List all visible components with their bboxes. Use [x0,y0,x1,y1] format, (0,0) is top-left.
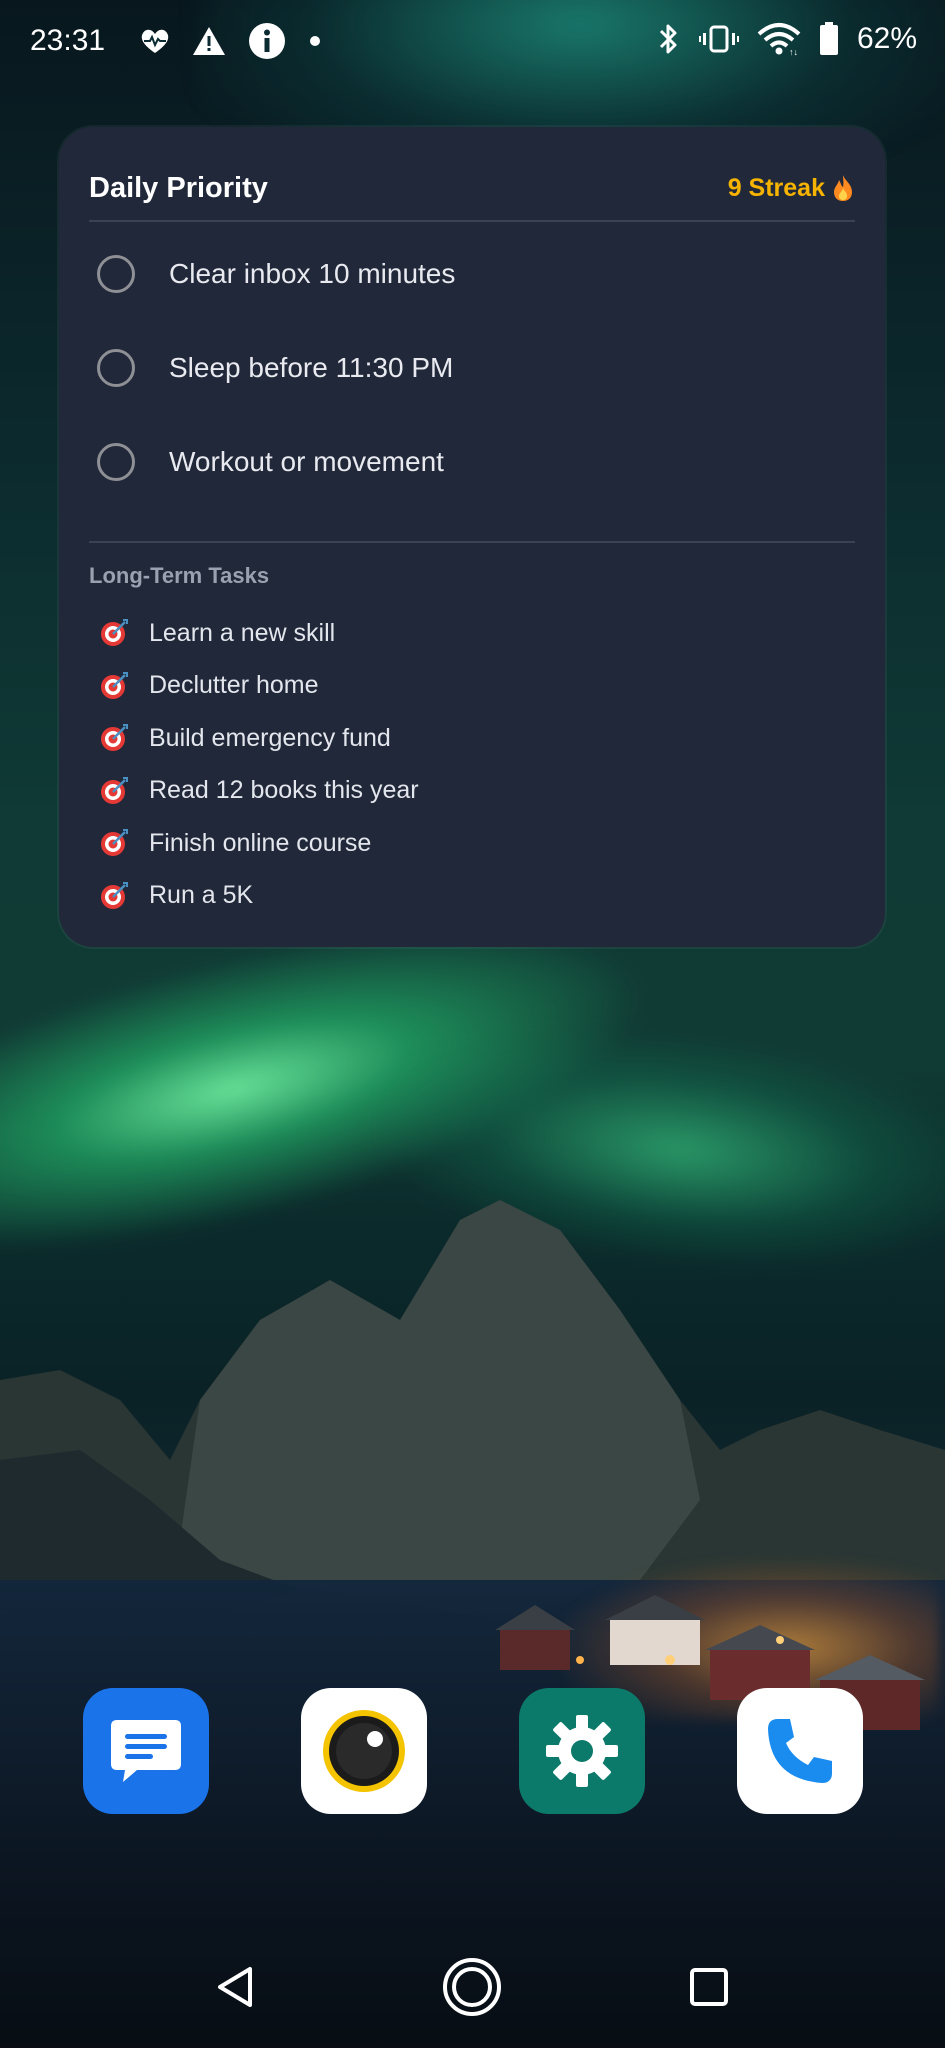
svg-text:↑↓: ↑↓ [789,47,798,56]
long-term-task-item[interactable]: Build emergency fund [99,712,419,765]
vibrate-icon [698,25,739,53]
streak-count: 9 Streak [727,173,825,202]
target-icon [101,671,128,699]
target-icon [101,724,128,752]
heart-pulse-icon [141,29,169,53]
task-checkbox[interactable] [97,255,135,293]
battery-icon [819,22,838,55]
app-dock [0,1688,945,1814]
dot-icon [310,36,320,46]
fire-icon [834,175,852,201]
messages-icon [111,1720,181,1782]
back-icon [218,1967,252,2007]
status-bar: 23:31 ↑↓ 62% [0,0,945,86]
clock: 23:31 [30,24,106,57]
long-term-task-label: Declutter home [149,671,319,700]
daily-task-item[interactable]: Workout or movement [89,415,855,509]
target-icon [101,829,128,857]
bluetooth-icon [659,24,677,54]
camera-icon [323,1710,405,1792]
back-button[interactable] [201,1952,271,2022]
daily-task-item[interactable]: Clear inbox 10 minutes [89,227,855,321]
settings-gear-icon [546,1715,618,1787]
divider [89,541,855,543]
target-icon [101,881,128,909]
target-icon [101,776,128,804]
recents-button[interactable] [674,1952,744,2022]
task-checkbox[interactable] [97,443,135,481]
long-term-heading: Long-Term Tasks [89,563,270,588]
camera-app-button[interactable] [301,1688,427,1814]
task-label: Sleep before 11:30 PM [169,352,454,383]
phone-app-button[interactable] [737,1688,863,1814]
info-icon [249,23,285,59]
streak-badge: 9 Streak [728,174,855,203]
recents-icon [690,1968,728,2006]
messages-app-button[interactable] [83,1688,209,1814]
system-icons: ↑↓ 62% [657,22,917,56]
navigation-bar [0,1940,945,2030]
long-term-task-label: Run a 5K [149,881,254,910]
divider [89,220,855,222]
long-term-task-list: Learn a new skill Declutter home Build e… [99,607,419,922]
long-term-task-item[interactable]: Finish online course [99,817,419,870]
task-checkbox[interactable] [97,349,135,387]
target-icon [101,619,128,647]
notification-icons [140,22,322,60]
home-button[interactable] [437,1952,507,2022]
long-term-task-label: Read 12 books this year [149,776,419,805]
long-term-task-label: Learn a new skill [149,618,336,647]
long-term-task-item[interactable]: Run a 5K [99,870,419,923]
daily-task-list: Clear inbox 10 minutes Sleep before 11:3… [89,227,855,509]
wifi-icon: ↑↓ [757,23,801,56]
warning-icon [193,27,225,55]
home-icon [443,1958,501,2016]
long-term-task-label: Finish online course [149,828,372,857]
phone-icon [768,1719,832,1783]
battery-percent: 62% [856,22,917,55]
long-term-task-item[interactable]: Learn a new skill [99,607,419,660]
long-term-task-label: Build emergency fund [149,723,391,752]
task-label: Clear inbox 10 minutes [169,258,456,289]
settings-app-button[interactable] [519,1688,645,1814]
task-label: Workout or movement [169,446,444,477]
widget-header: Daily Priority 9 Streak [89,157,855,219]
long-term-task-item[interactable]: Declutter home [99,660,419,713]
daily-task-item[interactable]: Sleep before 11:30 PM [89,321,855,415]
widget-title: Daily Priority [89,171,268,204]
long-term-task-item[interactable]: Read 12 books this year [99,765,419,818]
daily-priority-widget[interactable]: Daily Priority 9 Streak Clear inbox 10 m… [59,127,885,947]
